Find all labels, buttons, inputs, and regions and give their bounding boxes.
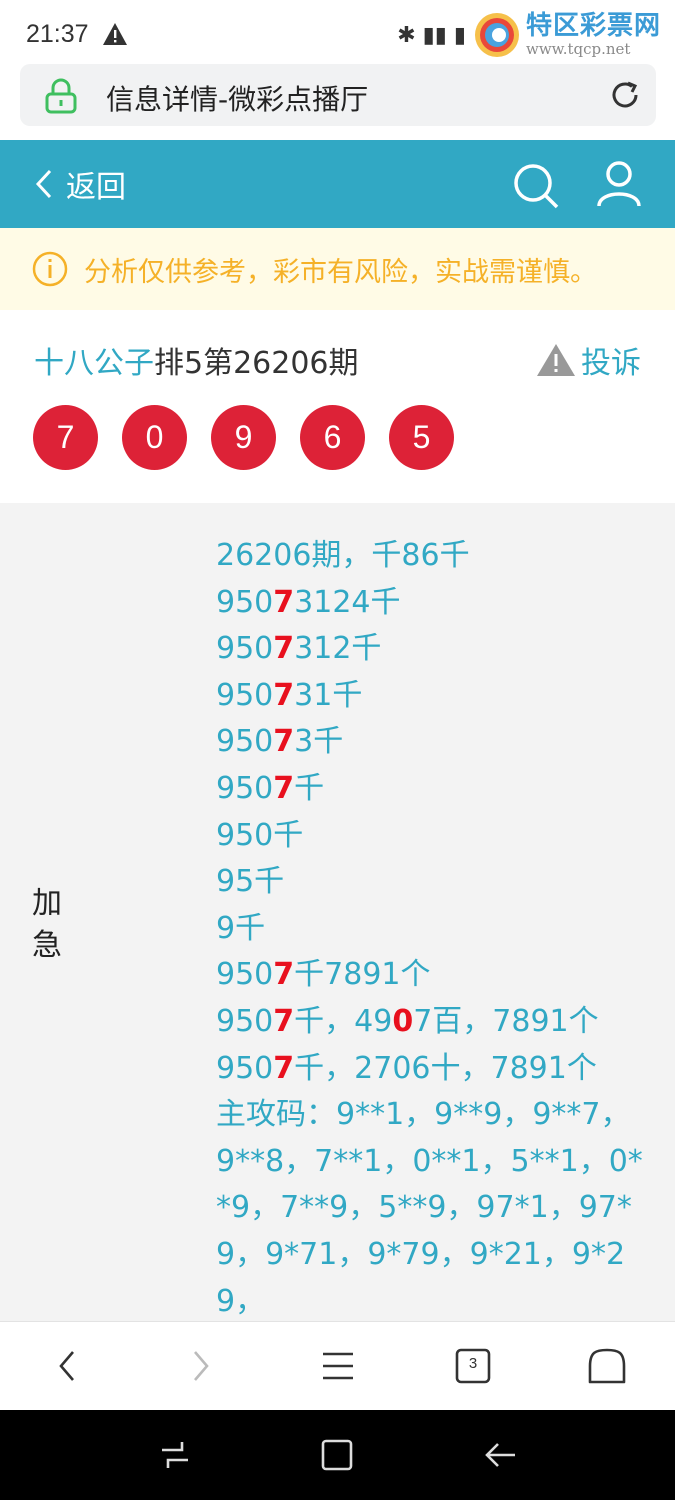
content-line: 9**8，7**1，0**1，5**1，0* [216, 1143, 643, 1179]
recents-button[interactable] [158, 1438, 192, 1476]
result-ball: 0 [122, 405, 187, 470]
lock-icon [44, 78, 78, 118]
content-line: 950千 [216, 817, 304, 853]
content-line: 9507312千 [216, 631, 382, 667]
result-ball: 5 [389, 405, 454, 470]
browser-home-button[interactable] [586, 1346, 628, 1390]
back-button[interactable]: 返回 [34, 140, 126, 228]
status-right: ✱ ▮▮ ▮ 特区彩票网 www.tqcp.net [397, 10, 661, 60]
notice-bar: 分析仅供参考，彩市有风险，实战需谨慎。 [0, 228, 675, 310]
home-nav-button[interactable] [320, 1438, 354, 1476]
browser-menu-button[interactable] [320, 1346, 356, 1390]
content-line: 95千 [216, 864, 285, 900]
watermark-title: 特区彩票网 [525, 11, 661, 41]
post-author[interactable]: 十八公子 [34, 346, 154, 381]
arrow-left-icon [485, 1443, 515, 1467]
chevron-left-icon [35, 169, 52, 199]
content-line: 主攻码：9**1，9**9，9**7， [216, 1097, 631, 1133]
warning-icon [537, 344, 575, 376]
content-line: 9507千，4907百，7891个 [216, 1003, 599, 1039]
post-game-issue: 排5第26206期 [154, 346, 359, 381]
result-ball: 7 [33, 405, 98, 470]
search-icon [514, 164, 559, 209]
address-bar[interactable]: 信息详情-微彩点播厅 [20, 64, 656, 126]
home-icon [588, 1348, 626, 1384]
home-square-icon [321, 1439, 353, 1471]
content-line: 9， [216, 1283, 266, 1319]
warning-icon [102, 22, 128, 50]
post-lines: 26206期，千86千 95073124千 9507312千 950731千 9… [216, 533, 646, 1321]
content-line: 9千 [216, 910, 266, 946]
content-line: 950731千 [216, 677, 363, 713]
recents-icon [162, 1442, 188, 1468]
browser-back-button[interactable] [54, 1346, 80, 1390]
browser-forward-button[interactable] [188, 1346, 214, 1390]
post-content: 加急 26206期，千86千 95073124千 9507312千 950731… [0, 503, 675, 1321]
back-nav-button[interactable] [484, 1438, 518, 1476]
menu-icon [323, 1352, 353, 1380]
post-title: 十八公子排5第26206期 [34, 338, 359, 382]
draw-result-balls: 7 0 9 6 5 [33, 405, 454, 470]
tab-count: 3 [468, 1355, 478, 1372]
info-icon [32, 251, 68, 287]
status-system-icons: ✱ ▮▮ ▮ [397, 22, 466, 48]
result-ball: 6 [300, 405, 365, 470]
android-nav-bar [0, 1410, 675, 1500]
chevron-right-icon [194, 1351, 209, 1381]
reload-icon[interactable] [608, 78, 642, 116]
watermark-logo-icon [474, 13, 519, 57]
content-line: *9，7**9，5**9，97*1，97* [216, 1190, 632, 1226]
watermark: 特区彩票网 www.tqcp.net [472, 10, 661, 60]
notice-text: 分析仅供参考，彩市有风险，实战需谨慎。 [84, 256, 597, 288]
status-bar: 21:37 ✱ ▮▮ ▮ 特区彩票网 www.tqcp.net [0, 0, 675, 62]
search-button[interactable] [512, 162, 560, 214]
content-line: 26206期，千86千 [216, 538, 470, 573]
report-label: 投诉 [581, 346, 641, 381]
watermark-url: www.tqcp.net [525, 40, 631, 58]
report-button[interactable]: 投诉 [535, 338, 641, 382]
browser-bottom-bar: 3 [0, 1321, 675, 1410]
back-label: 返回 [66, 170, 126, 205]
content-line: 95073千 [216, 724, 344, 760]
browser-tabs-button[interactable]: 3 [454, 1346, 492, 1390]
result-ball: 9 [211, 405, 276, 470]
content-line: 9，9*71，9*79，9*21，9*2 [216, 1236, 626, 1272]
address-title: 信息详情-微彩点播厅 [106, 83, 369, 116]
chevron-left-icon [59, 1351, 74, 1381]
app-header: 返回 [0, 140, 675, 228]
status-time: 21:37 [26, 20, 89, 48]
content-line: 95073124千 [216, 584, 401, 620]
post-label: 加急 [32, 886, 62, 963]
user-button[interactable] [596, 160, 642, 212]
content-line: 9507千 [216, 770, 325, 806]
content-line: 9507千7891个 [216, 957, 431, 993]
user-icon [597, 161, 641, 207]
content-line: 9507千，2706十，7891个 [216, 1050, 597, 1086]
